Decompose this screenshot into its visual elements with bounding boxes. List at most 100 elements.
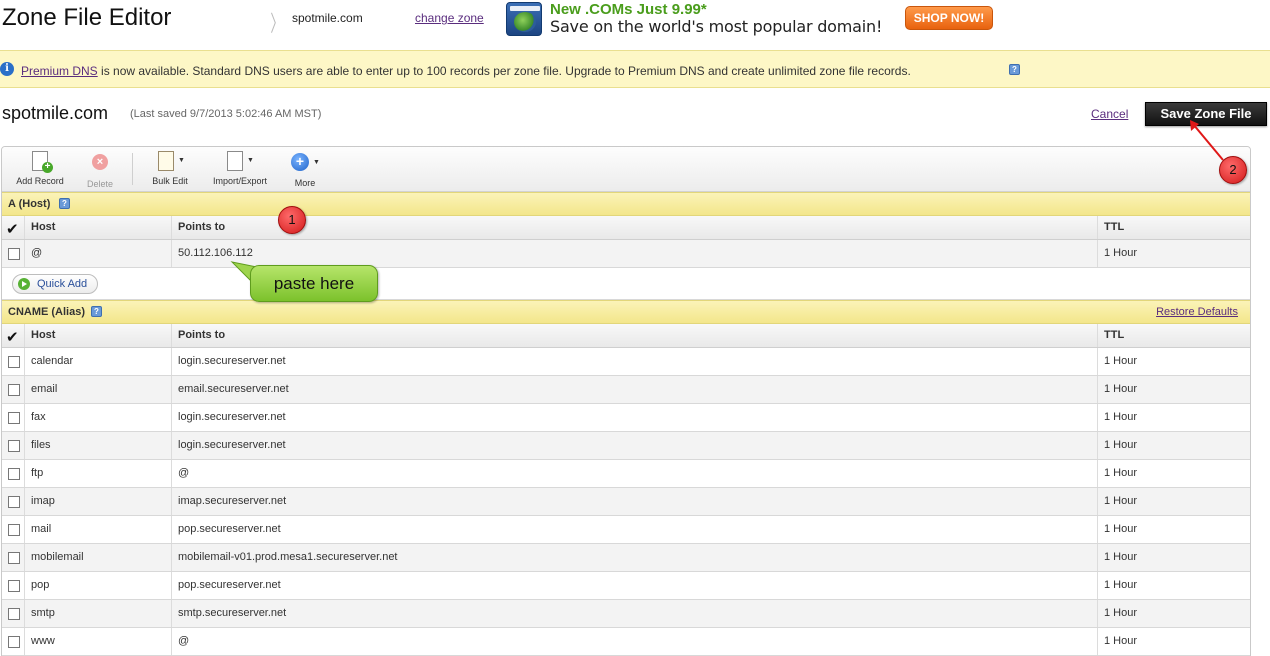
more-button[interactable]: + ▼ More: [288, 151, 322, 188]
host-cell[interactable]: ftp: [24, 460, 171, 487]
row-checkbox[interactable]: [2, 348, 24, 375]
row-checkbox[interactable]: [2, 572, 24, 599]
row-checkbox[interactable]: [2, 376, 24, 403]
change-zone-link[interactable]: change zone: [415, 11, 484, 25]
table-row[interactable]: ftp @1 Hour: [2, 460, 1250, 488]
banner-message: Premium DNS is now available. Standard D…: [21, 64, 911, 78]
add-record-button[interactable]: + Add Record: [14, 151, 66, 186]
points-to-cell[interactable]: mobilemail-v01.prod.mesa1.secureserver.n…: [171, 544, 1097, 571]
cname-column-header: ✔ Host Points to TTL: [2, 324, 1250, 348]
points-to-column-header[interactable]: Points to: [171, 216, 1097, 239]
points-to-cell[interactable]: login.secureserver.net: [171, 404, 1097, 431]
a-host-column-header: ✔ Host Points to TTL: [2, 216, 1250, 240]
import-export-button[interactable]: ▼ Import/Export: [210, 151, 270, 186]
domain-promo-icon: [506, 2, 542, 36]
cancel-link[interactable]: Cancel: [1091, 107, 1128, 121]
ttl-cell[interactable]: 1 Hour: [1097, 572, 1250, 599]
breadcrumb-separator-icon: 〉: [270, 12, 284, 37]
points-to-cell[interactable]: pop.secureserver.net: [171, 572, 1097, 599]
ttl-cell[interactable]: 1 Hour: [1097, 240, 1250, 267]
help-icon[interactable]: ?: [91, 306, 102, 317]
ttl-cell[interactable]: 1 Hour: [1097, 488, 1250, 515]
table-row[interactable]: @ 50.112.106.112 1 Hour: [2, 240, 1250, 268]
paste-here-callout: paste here: [250, 265, 378, 302]
points-to-cell[interactable]: login.secureserver.net: [171, 432, 1097, 459]
table-row[interactable]: fax login.secureserver.net 1 Hour: [2, 404, 1250, 432]
quick-add-label: Quick Add: [37, 278, 88, 290]
points-to-cell[interactable]: @: [171, 460, 1097, 487]
toolbar-divider: [132, 153, 133, 185]
table-row[interactable]: www @1 Hour: [2, 628, 1250, 656]
host-cell[interactable]: pop: [24, 572, 171, 599]
row-checkbox[interactable]: [2, 628, 24, 655]
a-host-section-header: A (Host) ?: [2, 192, 1250, 216]
help-icon[interactable]: ?: [1009, 64, 1020, 75]
host-cell[interactable]: www: [24, 628, 171, 655]
host-cell[interactable]: email: [24, 376, 171, 403]
host-cell[interactable]: smtp: [24, 600, 171, 627]
host-column-header[interactable]: Host: [24, 216, 171, 239]
points-to-column-header[interactable]: Points to: [171, 324, 1097, 347]
row-checkbox[interactable]: [2, 544, 24, 571]
shop-now-button[interactable]: SHOP NOW!: [905, 6, 993, 30]
ttl-cell[interactable]: 1 Hour: [1097, 628, 1250, 655]
restore-defaults-link[interactable]: Restore Defaults: [1156, 306, 1238, 318]
row-checkbox[interactable]: [2, 488, 24, 515]
ttl-cell[interactable]: 1 Hour: [1097, 432, 1250, 459]
points-to-cell[interactable]: @: [171, 628, 1097, 655]
table-row[interactable]: files login.secureserver.net 1 Hour: [2, 432, 1250, 460]
host-column-header[interactable]: Host: [24, 324, 171, 347]
row-checkbox[interactable]: [2, 432, 24, 459]
bulk-edit-button[interactable]: ▼ Bulk Edit: [148, 151, 192, 186]
host-cell[interactable]: imap: [24, 488, 171, 515]
premium-dns-link[interactable]: Premium DNS: [21, 64, 98, 78]
row-checkbox[interactable]: [2, 404, 24, 431]
points-to-cell[interactable]: login.secureserver.net: [171, 348, 1097, 375]
quick-add-button[interactable]: Quick Add: [12, 274, 98, 294]
ttl-cell[interactable]: 1 Hour: [1097, 544, 1250, 571]
save-zone-file-button[interactable]: Save Zone File: [1145, 102, 1267, 126]
ttl-cell[interactable]: 1 Hour: [1097, 376, 1250, 403]
host-cell[interactable]: @: [24, 240, 171, 267]
table-row[interactable]: mobilemail mobilemail-v01.prod.mesa1.secu…: [2, 544, 1250, 572]
table-row[interactable]: pop pop.secureserver.net 1 Hour: [2, 572, 1250, 600]
host-cell[interactable]: files: [24, 432, 171, 459]
import-export-icon: [227, 151, 243, 171]
table-row[interactable]: calendar login.secureserver.net 1 Hour: [2, 348, 1250, 376]
row-checkbox[interactable]: [2, 460, 24, 487]
help-icon[interactable]: ?: [59, 198, 70, 209]
ttl-column-header[interactable]: TTL: [1097, 324, 1250, 347]
row-checkbox[interactable]: [2, 600, 24, 627]
points-to-cell[interactable]: email.secureserver.net: [171, 376, 1097, 403]
points-to-cell[interactable]: 50.112.106.112: [171, 240, 1097, 267]
row-checkbox[interactable]: [2, 240, 24, 267]
ttl-cell[interactable]: 1 Hour: [1097, 348, 1250, 375]
table-row[interactable]: imap imap.secureserver.net 1 Hour: [2, 488, 1250, 516]
host-cell[interactable]: fax: [24, 404, 171, 431]
premium-dns-banner: i Premium DNS is now available. Standard…: [0, 50, 1270, 88]
select-all-checkbox[interactable]: ✔: [2, 324, 24, 347]
host-cell[interactable]: calendar: [24, 348, 171, 375]
info-icon: i: [0, 62, 14, 76]
points-to-cell[interactable]: pop.secureserver.net: [171, 516, 1097, 543]
ttl-cell[interactable]: 1 Hour: [1097, 516, 1250, 543]
row-checkbox[interactable]: [2, 516, 24, 543]
ttl-cell[interactable]: 1 Hour: [1097, 404, 1250, 431]
points-to-cell[interactable]: imap.secureserver.net: [171, 488, 1097, 515]
zone-title: spotmile.com: [2, 103, 109, 123]
delete-button[interactable]: × Delete: [80, 151, 120, 189]
ttl-cell[interactable]: 1 Hour: [1097, 460, 1250, 487]
host-cell[interactable]: mail: [24, 516, 171, 543]
zone-records-grid: + Add Record × Delete ▼ Bulk Edit ▼ Impo…: [1, 146, 1251, 656]
table-row[interactable]: email email.secureserver.net 1 Hour: [2, 376, 1250, 404]
current-zone-name: spotmile.com: [292, 11, 363, 25]
select-all-checkbox[interactable]: ✔: [2, 216, 24, 239]
table-row[interactable]: smtp smtp.secureserver.net 1 Hour: [2, 600, 1250, 628]
ttl-cell[interactable]: 1 Hour: [1097, 600, 1250, 627]
points-to-cell[interactable]: smtp.secureserver.net: [171, 600, 1097, 627]
host-cell[interactable]: mobilemail: [24, 544, 171, 571]
ttl-column-header[interactable]: TTL: [1097, 216, 1250, 239]
promo-headline: New .COMs Just 9.99*: [550, 1, 707, 18]
table-row[interactable]: mail pop.secureserver.net 1 Hour: [2, 516, 1250, 544]
quick-add-bar: Quick Add: [2, 268, 1250, 300]
